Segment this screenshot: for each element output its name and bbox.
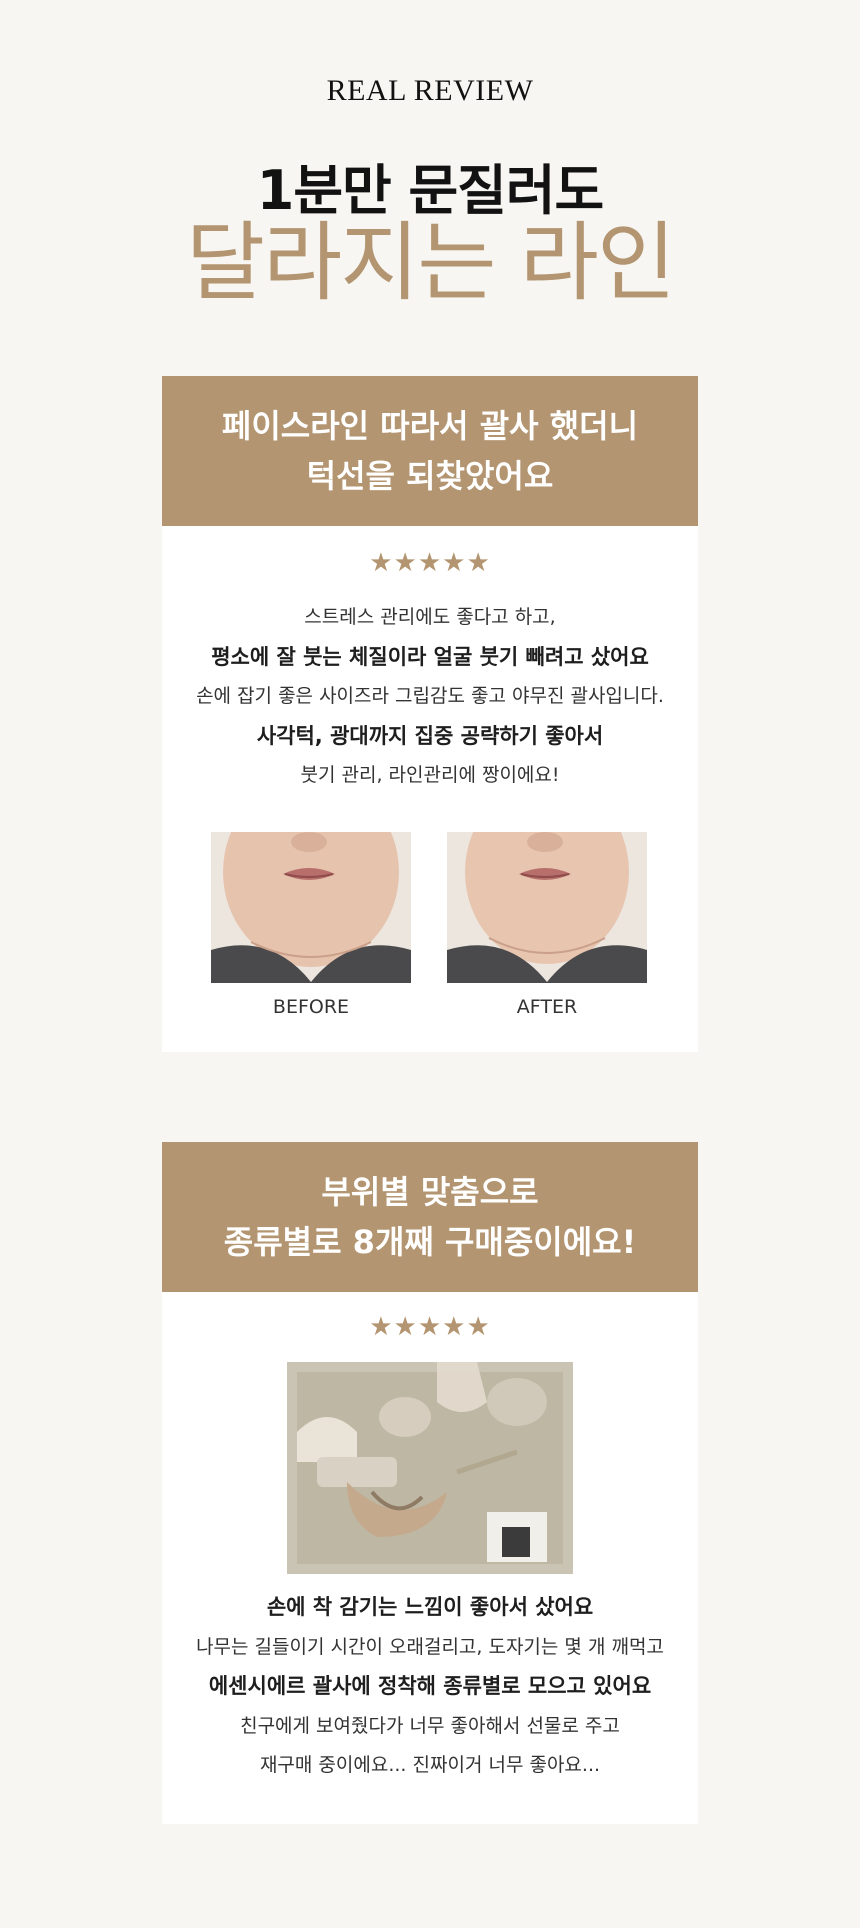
review-line-emphasis: 사각턱, 광대까지 집중 공략하기 좋아서: [256, 723, 604, 748]
review-section-eyebrow: REAL REVIEW: [326, 74, 534, 107]
review-line: 나무는 길들이기 시간이 오래걸리고, 도자기는 몇 개 깨먹고: [196, 1635, 664, 1658]
review-title-2: 부위별 맞춤으로 종류별로 8개째 구매중이에요!: [162, 1142, 698, 1292]
review-line: 스트레스 관리에도 좋다고 하고,: [304, 606, 556, 628]
review-line: 붓기 관리, 라인관리에 짱이에요!: [300, 764, 560, 786]
review-title-line: 턱선을 되찾았어요: [306, 457, 554, 495]
after-label: AFTER: [516, 995, 578, 1018]
review-title-1: 페이스라인 따라서 괄사 했더니 턱선을 되찾았어요: [162, 376, 698, 526]
review-line-emphasis: 에센시에르 괄사에 정착해 종류별로 모으고 있어요: [208, 1674, 652, 1698]
after-photo: [447, 831, 647, 983]
review-line: 재구매 중이에요... 진짜이거 너무 좋아요...: [259, 1754, 601, 1776]
review-card-2: 부위별 맞춤으로 종류별로 8개째 구매중이에요! ★★★★★ 손에 착 감기는…: [162, 1142, 698, 1824]
review-title-line: 페이스라인 따라서 괄사 했더니: [221, 407, 639, 445]
review-line: 친구에게 보여줬다가 너무 좋아해서 선물로 주고: [240, 1714, 620, 1737]
review-text: 스트레스 관리에도 좋다고 하고, 평소에 잘 붓는 체질이라 얼굴 붓기 빼려…: [162, 598, 698, 796]
review-card-1: 페이스라인 따라서 괄사 했더니 턱선을 되찾았어요 ★★★★★ 스트레스 관리…: [162, 376, 698, 1052]
before-label: BEFORE: [272, 995, 350, 1018]
review-line-emphasis: 손에 착 감기는 느낌이 좋아서 샀어요: [266, 1595, 594, 1619]
review-line: 손에 잡기 좋은 사이즈라 그립감도 좋고 야무진 괄사입니다.: [196, 685, 664, 707]
review-title-line: 종류별로 8개째 구매중이에요!: [223, 1223, 637, 1261]
review-line-emphasis: 평소에 잘 붓는 체질이라 얼굴 붓기 빼려고 샀어요: [211, 644, 649, 669]
star-rating: ★★★★★: [369, 548, 491, 578]
before-photo: [211, 831, 411, 983]
review-title-line: 부위별 맞춤으로: [321, 1173, 539, 1211]
before-after-comparison: BEFORE AFTER: [162, 831, 698, 1042]
star-rating: ★★★★★: [369, 1312, 491, 1342]
headline-line-2: 달라지는 라인: [185, 213, 676, 313]
review-text: 손에 착 감기는 느낌이 좋아서 샀어요 나무는 길들이기 시간이 오래걸리고,…: [162, 1588, 698, 1786]
product-photo: [287, 1362, 573, 1574]
